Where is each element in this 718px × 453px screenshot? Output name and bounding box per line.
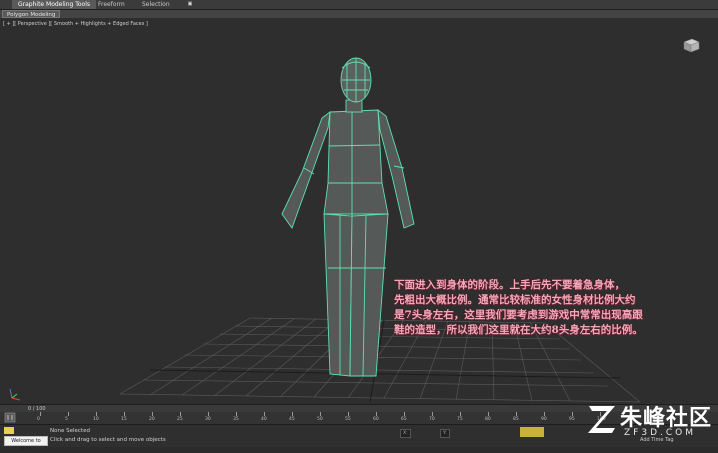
ruler-tick-label: 15 bbox=[121, 417, 127, 422]
ruler-tick-label: 40 bbox=[261, 417, 267, 422]
polygon-modeling-panel[interactable]: Polygon Modeling bbox=[2, 10, 61, 18]
perspective-viewport[interactable]: [ + ][ Perspective ][ Smooth + Highlight… bbox=[0, 18, 718, 404]
ruler-tick bbox=[404, 412, 405, 416]
ribbon-sub-bar: Polygon Modeling bbox=[0, 10, 718, 18]
coord-x-label: X: bbox=[400, 429, 411, 438]
ruler-tick bbox=[516, 412, 517, 416]
ruler-tick bbox=[432, 412, 433, 416]
coord-y-label: Y: bbox=[440, 429, 450, 438]
ruler-tick-label: 60 bbox=[373, 417, 379, 422]
ruler-tick-label: 65 bbox=[401, 417, 407, 422]
ruler-tick bbox=[348, 412, 349, 416]
ruler-tick-label: 80 bbox=[485, 417, 491, 422]
ruler-tick bbox=[124, 412, 125, 416]
ruler-tick bbox=[488, 412, 489, 416]
selection-status: None Selected bbox=[50, 428, 90, 434]
tab-graphite-modeling-tools[interactable]: Graphite Modeling Tools bbox=[12, 0, 97, 9]
status-messages: None Selected Click and drag to select a… bbox=[50, 427, 350, 445]
grid-axis-x bbox=[149, 369, 621, 379]
ruler-tick-label: 25 bbox=[177, 417, 183, 422]
ruler-tick-label: 85 bbox=[513, 417, 519, 422]
tab-freeform[interactable]: Freeform bbox=[92, 0, 131, 9]
ruler-tick-label: 35 bbox=[233, 417, 239, 422]
timeline-ruler[interactable]: 0510152025303540455055606570758085909510… bbox=[37, 412, 606, 424]
ruler-tick bbox=[320, 412, 321, 416]
viewport-scene bbox=[9, 38, 700, 403]
ruler-tick bbox=[460, 412, 461, 416]
annotation-line: 是7头身左右，这里我们要考虑到游戏中常常出现高跟 bbox=[394, 309, 643, 321]
ruler-tick bbox=[68, 412, 69, 416]
annotation-line: 先粗出大概比例。通常比较标准的女性身材比例大约 bbox=[394, 294, 636, 306]
ruler-tick bbox=[376, 412, 377, 416]
ruler-tick bbox=[180, 412, 181, 416]
ruler-tick-label: 50 bbox=[317, 417, 323, 422]
ruler-tick-label: 5 bbox=[65, 417, 68, 422]
ruler-tick-label: 90 bbox=[541, 417, 547, 422]
annotation-line: 下面进入到身体的阶段。上手后先不要着急身体， bbox=[394, 279, 625, 291]
prompt-line: Click and drag to select and move object… bbox=[50, 437, 166, 443]
ruler-tick-label: 95 bbox=[569, 417, 575, 422]
ruler-tick-label: 55 bbox=[345, 417, 351, 422]
watermark-url: ZF3D.COM bbox=[624, 428, 696, 438]
track-bar-toggle-icon[interactable] bbox=[4, 412, 18, 424]
axis-tripod-icon bbox=[9, 388, 21, 401]
ruler-tick bbox=[292, 412, 293, 416]
ribbon-toggle-icon[interactable]: ▣ bbox=[186, 1, 194, 7]
ruler-tick bbox=[544, 412, 545, 416]
annotation-line: 鞋的造型，所以我们这里就在大约8头身左右的比例。 bbox=[394, 324, 643, 336]
ruler-tick bbox=[236, 412, 237, 416]
annotation-text: 下面进入到身体的阶段。上手后先不要着急身体， 先粗出大概比例。通常比较标准的女性… bbox=[394, 278, 710, 338]
ruler-tick bbox=[208, 412, 209, 416]
ruler-tick bbox=[40, 412, 41, 416]
zf-logo-icon bbox=[588, 406, 615, 433]
ruler-tick-label: 45 bbox=[289, 417, 295, 422]
tab-selection[interactable]: Selection bbox=[136, 0, 176, 9]
ruler-tick bbox=[264, 412, 265, 416]
ruler-tick-label: 10 bbox=[93, 417, 99, 422]
welcome-field[interactable]: Welcome to MAX bbox=[4, 436, 48, 452]
ruler-tick-label: 75 bbox=[457, 417, 463, 422]
ruler-tick-label: 70 bbox=[429, 417, 435, 422]
watermark: 朱峰社区 ZF3D.COM bbox=[584, 396, 714, 442]
ribbon-tab-bar: Graphite Modeling Tools Freeform Selecti… bbox=[0, 0, 718, 10]
ruler-tick-label: 20 bbox=[149, 417, 155, 422]
viewcube-icon bbox=[683, 38, 700, 53]
ruler-tick-label: 30 bbox=[205, 417, 211, 422]
ruler-tick bbox=[96, 412, 97, 416]
ruler-tick bbox=[572, 412, 573, 416]
viewport-label[interactable]: [ + ][ Perspective ][ Smooth + Highlight… bbox=[3, 21, 148, 27]
ruler-tick-label: 0 bbox=[37, 417, 40, 422]
maxscript-listener-icon[interactable] bbox=[4, 427, 14, 434]
ruler-tick bbox=[152, 412, 153, 416]
auto-key-button[interactable] bbox=[520, 427, 544, 437]
status-left: Welcome to MAX bbox=[2, 427, 48, 452]
